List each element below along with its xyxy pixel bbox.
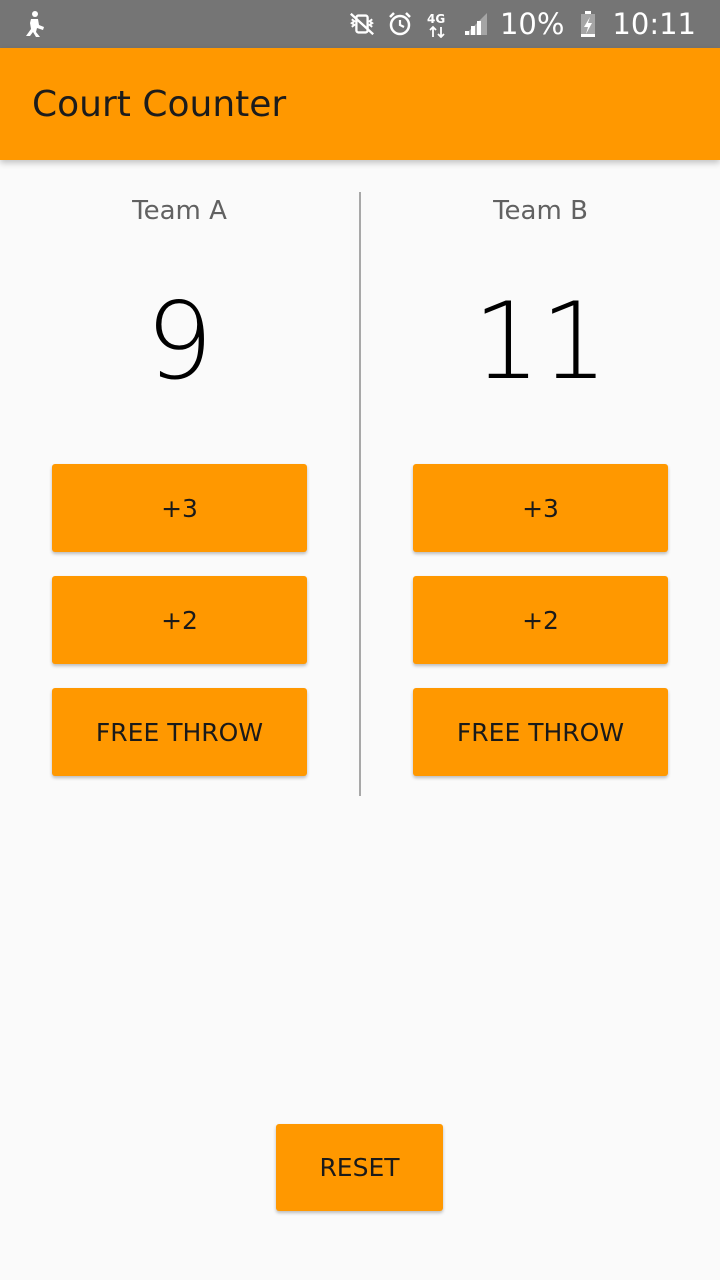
status-clock: 10:11: [612, 7, 696, 41]
reset-button[interactable]: RESET: [276, 1124, 443, 1211]
vibrate-mute-icon: [348, 10, 376, 38]
signal-icon: [462, 10, 490, 38]
team-a-plus3-button[interactable]: +3: [52, 464, 307, 552]
battery-percent: 10%: [499, 7, 565, 41]
notification-icon: [22, 10, 46, 38]
network-4g-icon: 4G: [424, 10, 452, 38]
team-b-name: Team B: [493, 196, 588, 226]
team-a-plus2-button[interactable]: +2: [52, 576, 307, 664]
svg-text:4G: 4G: [427, 12, 445, 26]
app-bar: Court Counter: [0, 48, 720, 160]
team-b-column: Team B 11 +3 +2 FREE THROW: [361, 192, 720, 796]
status-icons: 4G 10% 10:11: [348, 0, 696, 48]
team-b-plus2-button[interactable]: +2: [413, 576, 668, 664]
team-b-plus3-button[interactable]: +3: [413, 464, 668, 552]
battery-charging-icon: [574, 10, 602, 38]
team-a-name: Team A: [132, 196, 227, 226]
team-a-column: Team A 9 +3 +2 FREE THROW: [0, 192, 359, 796]
app-title: Court Counter: [32, 84, 287, 125]
team-b-free-throw-button[interactable]: FREE THROW: [413, 688, 668, 776]
alarm-icon: [386, 10, 414, 38]
status-bar: 4G 10% 10:11: [0, 0, 720, 48]
team-b-score: 11: [473, 280, 608, 403]
team-a-free-throw-button[interactable]: FREE THROW: [52, 688, 307, 776]
team-a-score: 9: [145, 280, 214, 403]
